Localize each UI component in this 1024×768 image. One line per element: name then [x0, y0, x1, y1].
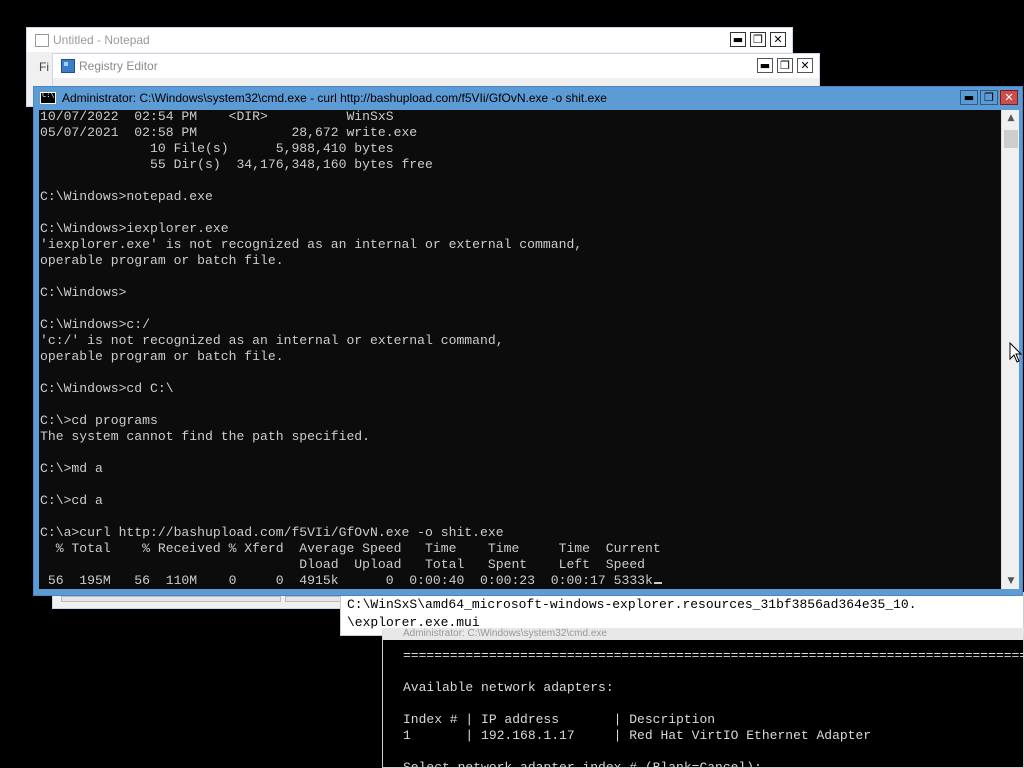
registry-titlebar[interactable]: Registry Editor ▬ ❐ ✕ — [53, 54, 819, 78]
cmd-title: Administrator: C:\Windows\system32\cmd.e… — [62, 91, 607, 105]
registry-icon — [61, 59, 75, 73]
console-line: 'iexplorer.exe' is not recognized as an … — [40, 237, 583, 252]
console-line: 1 | 192.168.1.17 | Red Hat VirtIO Ethern… — [403, 728, 872, 743]
console-line: Available network adapters: — [403, 680, 614, 695]
close-button[interactable]: ✕ — [1000, 90, 1018, 105]
console-line: C:\>cd programs — [40, 413, 158, 428]
console-line: Index # | IP address | Description — [403, 712, 716, 727]
notepad-icon — [35, 33, 49, 47]
close-button[interactable]: ✕ — [770, 32, 786, 47]
console-line: C:\WinSxS\amd64_microsoft-windows-explor… — [347, 597, 917, 612]
notepad-titlebar[interactable]: Untitled - Notepad ▬ ❐ ✕ — [27, 28, 792, 52]
console-line: C:\a>curl http://bashupload.com/f5VIi/Gf… — [40, 525, 504, 540]
console-line: C:\>cd a — [40, 493, 103, 508]
console-line: C:\Windows> — [40, 285, 127, 300]
console-line: C:\Windows>c:/ — [40, 317, 151, 332]
console-line: Dload Upload Total Spent Left Speed — [40, 557, 646, 572]
minimize-button[interactable]: ▬ — [757, 58, 773, 73]
console-line: The system cannot find the path specifie… — [40, 429, 371, 444]
network-console-window[interactable]: Administrator: C:\Windows\system32\cmd.e… — [382, 628, 1024, 768]
console-line: 55 Dir(s) 34,176,348,160 bytes free — [40, 157, 433, 172]
minimize-button[interactable]: ▬ — [960, 90, 978, 105]
scroll-up-icon[interactable]: ▲ — [1002, 110, 1020, 126]
console-line: ========================================… — [403, 648, 1024, 663]
mouse-cursor-icon — [1009, 342, 1023, 363]
maximize-button[interactable]: ❐ — [980, 90, 998, 105]
scrollbar-thumb[interactable] — [1004, 130, 1018, 148]
maximize-button[interactable]: ❐ — [777, 58, 793, 73]
console-line: 'c:/' is not recognized as an internal o… — [40, 333, 504, 348]
console-line: operable program or batch file. — [40, 253, 284, 268]
close-button[interactable]: ✕ — [797, 58, 813, 73]
registry-tree-scrollbar[interactable] — [61, 596, 281, 602]
console-line: % Total % Received % Xferd Average Speed… — [40, 541, 661, 556]
console-line: operable program or batch file. — [40, 349, 284, 364]
console-icon — [40, 91, 56, 104]
console-line: C:\>md a — [40, 461, 103, 476]
console-line: C:\Windows>notepad.exe — [40, 189, 213, 204]
network-console-title: Administrator: C:\Windows\system32\cmd.e… — [403, 628, 607, 639]
download-progress-line: 56 195M 56 110M 0 0 4915k 0 0:00:40 0:00… — [40, 573, 662, 589]
minimize-button[interactable]: ▬ — [730, 32, 746, 47]
notepad-title: Untitled - Notepad — [53, 33, 150, 47]
console-line: 10 File(s) 5,988,410 bytes — [40, 141, 394, 156]
text-cursor — [653, 582, 662, 584]
maximize-button[interactable]: ❐ — [750, 32, 766, 47]
console-input-prompt[interactable]: Select network adapter index # (Blank=Ca… — [403, 760, 762, 768]
console-line: 10/07/2022 02:54 PM <DIR> WinSxS — [40, 110, 394, 124]
console-line: 05/07/2021 02:58 PM 28,672 write.exe — [40, 125, 418, 140]
registry-title: Registry Editor — [79, 59, 158, 73]
cmd-titlebar[interactable]: Administrator: C:\Windows\system32\cmd.e… — [34, 87, 1022, 109]
scroll-down-icon[interactable]: ▼ — [1002, 573, 1020, 589]
notepad-menu-file[interactable]: Fi — [39, 60, 49, 74]
console-line: C:\Windows>cd C:\ — [40, 381, 174, 396]
cmd-window[interactable]: Administrator: C:\Windows\system32\cmd.e… — [33, 86, 1023, 596]
console-output[interactable]: 10/07/2022 02:54 PM <DIR> WinSxS 05/07/20… — [39, 110, 1001, 589]
console-line: C:\Windows>iexplorer.exe — [40, 221, 229, 236]
